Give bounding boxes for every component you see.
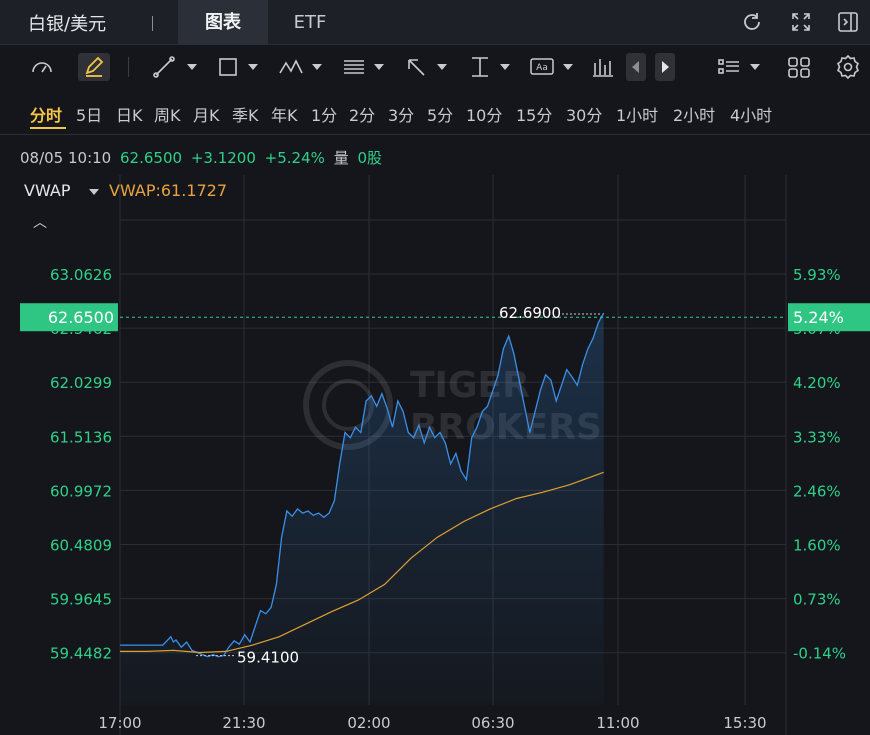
list-icon[interactable] xyxy=(716,53,742,81)
next-arrow-icon[interactable] xyxy=(655,53,675,81)
period-2min[interactable]: 2分 xyxy=(349,102,375,126)
period-yearly[interactable]: 年K xyxy=(271,102,298,126)
tab-etf[interactable]: ETF xyxy=(282,0,338,45)
quote-datetime: 08/05 10:10 xyxy=(20,149,112,167)
high-price-label: 62.6900 xyxy=(499,304,561,322)
y-tick-label-right: 3.33% xyxy=(793,428,841,446)
y-tick-label-left: 60.9972 xyxy=(50,482,112,500)
top-tab-bar: 白银/美元 图表 ETF xyxy=(0,0,870,45)
gauge-icon[interactable] xyxy=(28,53,56,81)
quote-price: 62.6500 xyxy=(120,149,183,167)
chevron-down-icon[interactable] xyxy=(750,64,760,70)
period-quarterly[interactable]: 季K xyxy=(232,102,259,126)
low-price-label: 59.4100 xyxy=(237,649,299,667)
text-tool-icon[interactable]: Aa xyxy=(528,53,556,81)
refresh-icon[interactable] xyxy=(740,10,764,34)
period-3min[interactable]: 3分 xyxy=(388,102,414,126)
prev-arrow-icon[interactable] xyxy=(626,53,646,81)
period-15min[interactable]: 15分 xyxy=(516,102,552,126)
price-area xyxy=(120,313,604,705)
quote-info: 08/05 10:10 62.6500 +3.1200 +5.24% 量 0股 xyxy=(20,147,386,168)
period-selector: 分时 5日 日K 周K 月K 季K 年K 1分 2分 3分 5分 10分 15分… xyxy=(0,89,870,135)
price-area-fill xyxy=(120,313,604,705)
period-2hour[interactable]: 2小时 xyxy=(673,102,715,126)
period-intraday[interactable]: 分时 xyxy=(30,102,62,126)
volume-label: 量 xyxy=(333,149,349,167)
intraday-chart[interactable]: TIGER BROKERS 63.06265.93%62.54625.07%62… xyxy=(0,175,870,735)
chevron-down-icon[interactable] xyxy=(248,64,258,70)
expand-icon[interactable] xyxy=(789,10,813,34)
y-tick-label-left: 62.0299 xyxy=(50,374,112,392)
period-1hour[interactable]: 1小时 xyxy=(616,102,658,126)
y-tick-label-left: 59.4482 xyxy=(50,645,112,663)
chevron-down-icon[interactable] xyxy=(374,64,384,70)
y-tick-label-right: 4.20% xyxy=(793,374,841,392)
period-5min[interactable]: 5分 xyxy=(427,102,453,126)
rectangle-tool-icon[interactable] xyxy=(214,53,242,81)
arrow-tool-icon[interactable] xyxy=(402,53,430,81)
y-tick-label-left: 60.4809 xyxy=(50,537,112,555)
x-tick-label: 15:30 xyxy=(723,714,766,732)
active-period-underline xyxy=(30,127,66,129)
current-pct-tag-right-text: 5.24% xyxy=(793,308,844,327)
grid-icon[interactable] xyxy=(786,53,812,81)
x-tick-label: 02:00 xyxy=(347,714,390,732)
chevron-down-icon[interactable] xyxy=(187,64,197,70)
y-tick-label-right: -0.14% xyxy=(793,645,846,663)
collapse-panel-icon[interactable] xyxy=(836,10,860,34)
vertical-measure-icon[interactable] xyxy=(466,53,494,81)
chevron-down-icon[interactable] xyxy=(500,64,510,70)
y-tick-label-right: 5.93% xyxy=(793,266,841,284)
y-tick-label-left: 63.0626 xyxy=(50,266,112,284)
quote-change: +3.1200 xyxy=(190,149,256,167)
chevron-down-icon[interactable] xyxy=(563,64,573,70)
x-tick-label: 21:30 xyxy=(222,714,265,732)
y-tick-label-left: 59.9645 xyxy=(50,591,112,609)
settings-icon[interactable] xyxy=(834,53,862,81)
y-tick-label-left: 61.5136 xyxy=(50,428,112,446)
title-divider xyxy=(152,16,153,31)
period-daily[interactable]: 日K xyxy=(116,102,143,126)
period-10min[interactable]: 10分 xyxy=(466,102,502,126)
current-price-tag-left-text: 62.6500 xyxy=(48,308,114,327)
period-monthly[interactable]: 月K xyxy=(193,102,220,126)
x-tick-label: 11:00 xyxy=(596,714,639,732)
period-5day[interactable]: 5日 xyxy=(76,102,102,126)
y-tick-label-right: 1.60% xyxy=(793,537,841,555)
toolbar-divider xyxy=(128,57,129,77)
bar-measure-icon[interactable] xyxy=(590,53,616,81)
pattern-tool-icon[interactable] xyxy=(276,53,308,81)
chevron-down-icon[interactable] xyxy=(312,64,322,70)
x-tick-label: 06:30 xyxy=(471,714,514,732)
fib-tool-icon[interactable] xyxy=(340,53,368,81)
tab-chart[interactable]: 图表 xyxy=(178,0,268,45)
pen-icon[interactable] xyxy=(78,53,110,81)
symbol-title: 白银/美元 xyxy=(28,14,107,35)
quote-change-pct: +5.24% xyxy=(264,149,325,167)
chevron-down-icon[interactable] xyxy=(437,64,447,70)
drawing-toolbar: Aa xyxy=(0,45,870,89)
period-1min[interactable]: 1分 xyxy=(311,102,337,126)
y-tick-label-right: 2.46% xyxy=(793,482,841,500)
x-tick-label: 17:00 xyxy=(98,714,141,732)
period-weekly[interactable]: 周K xyxy=(154,102,181,126)
period-30min[interactable]: 30分 xyxy=(566,102,602,126)
y-tick-label-right: 0.73% xyxy=(793,591,841,609)
svg-text:Aa: Aa xyxy=(536,63,548,73)
quote-volume: 0股 xyxy=(357,149,383,167)
period-4hour[interactable]: 4小时 xyxy=(730,102,772,126)
line-tool-icon[interactable] xyxy=(150,53,178,81)
